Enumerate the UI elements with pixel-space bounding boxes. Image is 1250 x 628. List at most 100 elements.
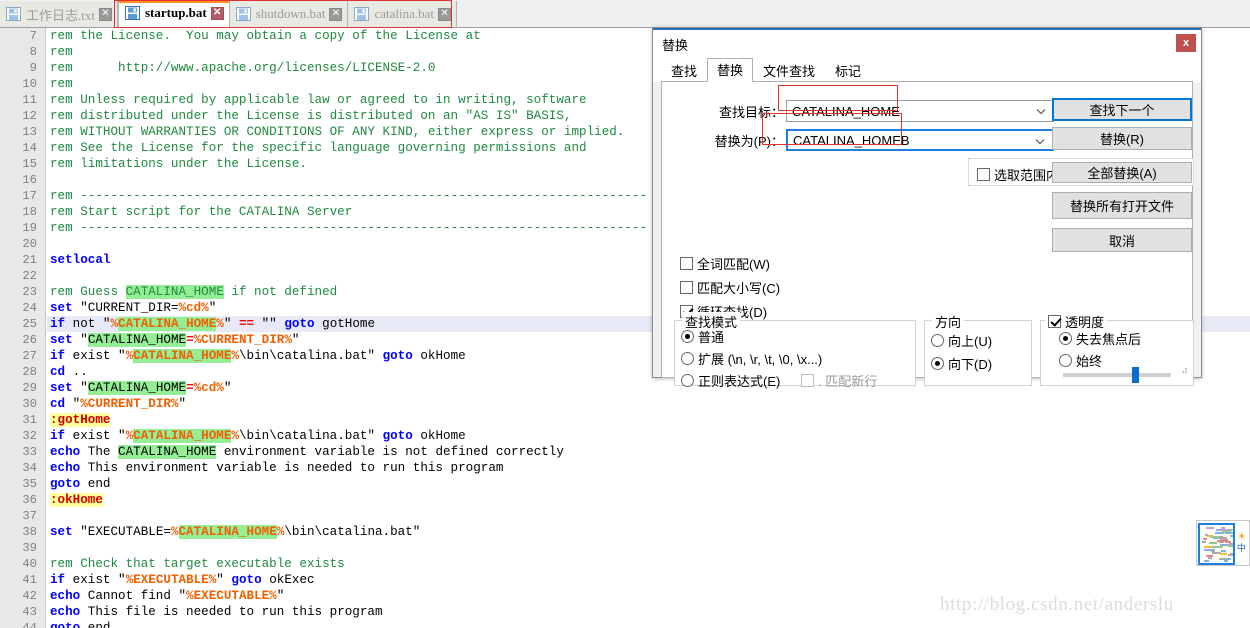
line-number: 15	[22, 157, 37, 171]
in-selection-checkbox[interactable]: 选取范围内	[977, 165, 1059, 184]
code-token: =	[186, 333, 194, 347]
tab-close-icon[interactable]: ✕	[438, 7, 452, 21]
line-number: 32	[22, 429, 37, 443]
search-mode-radio-1[interactable]: 普通	[681, 327, 822, 346]
transparency-radio-2[interactable]: 始终	[1059, 351, 1141, 370]
code-line[interactable]: :okHome	[47, 492, 1250, 508]
code-token: set	[50, 381, 73, 395]
code-token: cd	[50, 397, 66, 411]
code-token: "	[223, 317, 239, 331]
replace-with-combobox[interactable]	[786, 129, 1054, 151]
in-selection-label: 选取范围内	[994, 168, 1060, 183]
code-token: %cd%	[193, 381, 224, 395]
code-token: :okHome	[50, 493, 103, 507]
transparency-slider[interactable]	[1063, 367, 1171, 383]
code-line[interactable]: :gotHome	[47, 412, 1250, 428]
radio-circle[interactable]	[1059, 332, 1072, 345]
search-option-checkbox-2[interactable]: 匹配大小写(C)	[680, 278, 780, 297]
radio-circle[interactable]	[931, 334, 944, 347]
find-next-button[interactable]: 查找下一个	[1052, 98, 1192, 121]
search-mode-radio-2[interactable]: 扩展 (\n, \r, \t, \0, \x...)	[681, 349, 822, 368]
thumbnail-pixel	[1212, 535, 1220, 538]
find-target-row: 查找目标：	[662, 100, 1082, 122]
tab-close-icon[interactable]: ✕	[210, 6, 224, 20]
search-option-checkbox-1[interactable]: 全词匹配(W)	[680, 254, 780, 273]
line-number: 9	[29, 61, 37, 75]
checkbox-box[interactable]	[680, 281, 693, 294]
code-line[interactable]	[47, 540, 1250, 556]
thumbnail-image[interactable]	[1198, 522, 1235, 565]
close-icon[interactable]: x	[1176, 34, 1196, 52]
checkbox-box[interactable]	[1048, 315, 1061, 328]
cancel-button[interactable]: 取消	[1052, 228, 1192, 252]
tab-close-icon[interactable]: ✕	[329, 7, 343, 21]
code-line[interactable]: goto end	[47, 476, 1250, 492]
radio-circle[interactable]	[681, 330, 694, 343]
replace-button[interactable]: 替换(R)	[1052, 127, 1192, 150]
radio-circle[interactable]	[1059, 354, 1072, 367]
dialog-tab-3[interactable]: 文件查找	[753, 60, 826, 82]
direction-radio-1[interactable]: 向上(U)	[931, 331, 992, 350]
direction-radio-2[interactable]: 向下(D)	[931, 354, 992, 373]
dialog-body: 查找目标： 替换为(P)：	[661, 82, 1194, 389]
thumbnail-pixel	[1218, 558, 1225, 561]
dialog-tab-2[interactable]: 替换	[707, 58, 754, 82]
transparency-radio-list[interactable]: 失去焦点后 始终	[1059, 329, 1141, 373]
line-number: 30	[22, 397, 37, 411]
document-tab-1[interactable]: 工作日志.txt ✕	[0, 1, 118, 27]
code-token: echo	[50, 589, 81, 603]
line-number: 11	[22, 93, 37, 107]
matches-newline-label: . 匹配新行	[818, 374, 878, 389]
dialog-tab-strip[interactable]: 查找 替换 文件查找 标记	[653, 58, 1201, 82]
document-tab-4[interactable]: catalina.bat ✕	[348, 1, 458, 27]
find-target-input[interactable]	[787, 101, 1053, 121]
radio-circle[interactable]	[681, 352, 694, 365]
radio-circle[interactable]	[681, 374, 694, 387]
code-line[interactable]: if exist "%EXECUTABLE%" goto okExec	[47, 572, 1250, 588]
code-line[interactable]: echo The CATALINA_HOME environment varia…	[47, 444, 1250, 460]
document-tab-3[interactable]: shutdown.bat ✕	[229, 1, 349, 27]
dialog-tab-4[interactable]: 标记	[825, 60, 872, 82]
replace-dialog[interactable]: 替换 x 查找替换文件查找标记 查找目标： 替换为(P)：	[652, 27, 1202, 389]
code-token: exist "	[65, 573, 126, 587]
dialog-tab-1[interactable]: 查找	[661, 60, 708, 82]
code-line[interactable]: set "EXECUTABLE=%CATALINA_HOME%\bin\cata…	[47, 524, 1250, 540]
code-token: CATALINA_HOME	[118, 317, 217, 331]
slider-knob[interactable]	[1132, 367, 1140, 383]
code-line[interactable]: echo This environment variable is needed…	[47, 460, 1250, 476]
line-number: 37	[22, 509, 37, 523]
checkbox-box[interactable]	[680, 257, 693, 270]
transparency-radio-1[interactable]: 失去焦点后	[1059, 329, 1141, 348]
code-line[interactable]: if exist "%CATALINA_HOME%\bin\catalina.b…	[47, 428, 1250, 444]
code-token: exist "	[65, 429, 126, 443]
code-token: CATALINA_HOME	[87, 333, 187, 347]
floating-thumbnail-widget[interactable]: ☀ 中	[1196, 520, 1250, 566]
matches-newline-checkbox[interactable]: . 匹配新行	[801, 371, 877, 390]
direction-radio-label: 向下(D)	[948, 357, 993, 372]
checkbox-box[interactable]	[801, 374, 814, 387]
radio-circle[interactable]	[931, 357, 944, 370]
code-line[interactable]	[47, 508, 1250, 524]
code-line[interactable]: rem Check that target executable exists	[47, 556, 1250, 572]
direction-radio-list[interactable]: 向上(U) 向下(D)	[931, 331, 992, 377]
replace-all-open-files-button[interactable]: 替换所有打开文件	[1052, 192, 1192, 219]
code-line[interactable]: goto end	[47, 620, 1250, 628]
document-tab-2[interactable]: startup.bat ✕	[117, 0, 230, 27]
document-tab-label: startup.bat	[144, 5, 207, 20]
thumbnail-pixel	[1229, 534, 1233, 537]
checkbox-box[interactable]	[977, 168, 990, 181]
code-token: set	[50, 301, 73, 315]
code-line[interactable]: cd "%CURRENT_DIR%"	[47, 396, 1250, 412]
line-number: 43	[22, 605, 37, 619]
code-token: if	[50, 573, 66, 587]
code-token: goto	[284, 317, 315, 331]
replace-all-button[interactable]: 全部替换(A)	[1052, 162, 1192, 183]
chevron-down-icon[interactable]	[1034, 135, 1046, 147]
chevron-down-icon[interactable]	[1035, 105, 1047, 117]
code-token: %	[170, 525, 179, 539]
tab-close-icon[interactable]: ✕	[98, 7, 112, 21]
resize-grip-icon[interactable]	[1179, 365, 1188, 374]
find-target-combobox[interactable]	[786, 100, 1054, 122]
code-token: CATALINA_HOME	[178, 525, 277, 539]
replace-with-input[interactable]	[788, 131, 1052, 149]
